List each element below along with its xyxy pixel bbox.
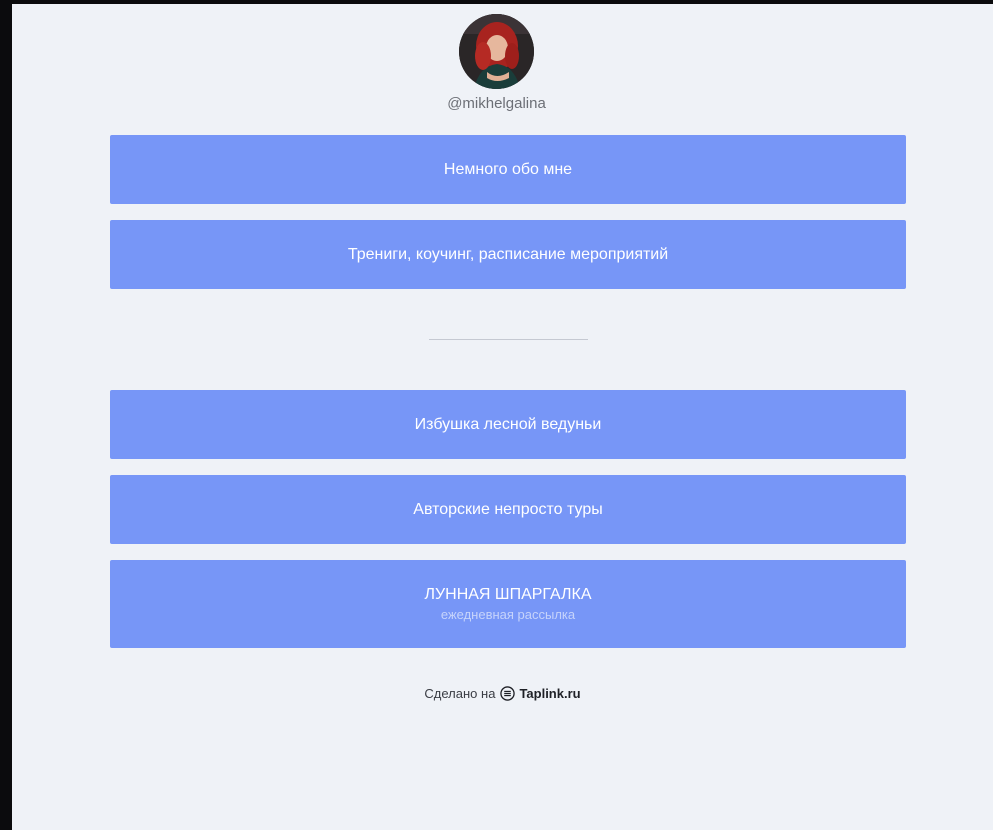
link-button-label: Избушка лесной ведуньи bbox=[414, 415, 602, 433]
username: @mikhelgalina bbox=[447, 95, 546, 112]
link-button-moon-cheatsheet[interactable]: ЛУННАЯ ШПАРГАЛКА ежедневная рассылка bbox=[110, 560, 906, 648]
avatar bbox=[459, 14, 534, 89]
taplink-logo-icon bbox=[500, 686, 516, 701]
footer-brand-link[interactable]: Taplink.ru bbox=[519, 686, 580, 701]
link-button-tours[interactable]: Авторские непросто туры bbox=[110, 475, 906, 544]
link-button-label: ЛУННАЯ ШПАРГАЛКА bbox=[424, 586, 592, 603]
divider-line bbox=[428, 339, 588, 340]
avatar-photo bbox=[459, 14, 534, 89]
link-button-about[interactable]: Немного обо мне bbox=[110, 135, 906, 204]
link-button-label: Немного обо мне bbox=[443, 160, 573, 178]
footer: Сделано на Taplink.ru bbox=[12, 686, 993, 701]
footer-made-on: Сделано на bbox=[424, 686, 496, 701]
link-button-label: Авторские непросто туры bbox=[413, 500, 603, 518]
profile-header: @mikhelgalina bbox=[0, 14, 993, 113]
link-button-sublabel: ежедневная рассылка bbox=[440, 607, 576, 622]
link-list: Немного обо мне Трениги, коучинг, распис… bbox=[110, 135, 906, 664]
link-button-trainings[interactable]: Трениги, коучинг, расписание мероприятий bbox=[110, 220, 906, 289]
link-button-hut[interactable]: Избушка лесной ведуньи bbox=[110, 390, 906, 459]
page-background: @mikhelgalina Немного обо мне Трениги, к… bbox=[12, 4, 993, 830]
divider-block bbox=[110, 289, 906, 390]
link-button-label: Трениги, коучинг, расписание мероприятий bbox=[347, 245, 669, 263]
